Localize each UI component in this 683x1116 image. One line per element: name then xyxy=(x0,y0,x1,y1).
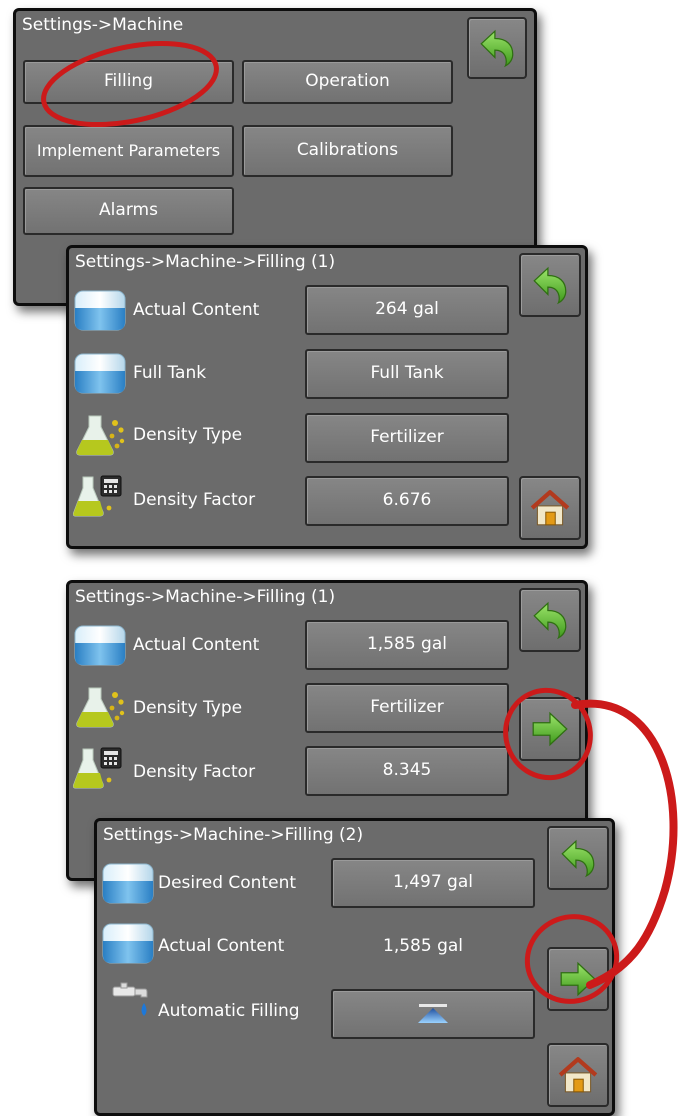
faucet-icon xyxy=(101,981,155,1025)
back-arrow-icon xyxy=(529,264,571,306)
density-factor-label: Density Factor xyxy=(133,762,256,782)
back-button[interactable] xyxy=(519,253,581,317)
automatic-filling-toggle[interactable] xyxy=(331,989,535,1039)
home-button[interactable] xyxy=(519,476,581,540)
actual-content-label: Actual Content xyxy=(158,936,285,956)
tank-icon xyxy=(101,861,155,905)
back-arrow-icon xyxy=(557,837,599,879)
actual-content-label: Actual Content xyxy=(133,300,260,320)
calibrations-button[interactable]: Calibrations xyxy=(242,125,453,177)
back-button[interactable] xyxy=(519,588,581,652)
automatic-filling-label: Automatic Filling xyxy=(158,1001,300,1021)
home-button[interactable] xyxy=(547,1043,609,1107)
operation-button[interactable]: Operation xyxy=(242,60,453,104)
page-title: Settings->Machine->Filling (1) xyxy=(75,252,336,272)
density-type-field[interactable]: Fertilizer xyxy=(305,683,509,733)
density-flask-icon xyxy=(73,685,127,729)
filling-panel-2: Settings->Machine->Filling (2) Desired C… xyxy=(94,818,615,1116)
next-page-button[interactable] xyxy=(547,947,609,1011)
filling-button[interactable]: Filling xyxy=(23,60,234,104)
page-title: Settings->Machine->Filling (2) xyxy=(103,825,364,845)
density-flask-icon xyxy=(73,413,127,457)
next-arrow-icon xyxy=(529,708,571,750)
back-button[interactable] xyxy=(467,17,527,79)
density-type-label: Density Type xyxy=(133,425,243,445)
calculator-flask-icon xyxy=(73,474,127,518)
density-type-field[interactable]: Fertilizer xyxy=(305,413,509,463)
back-button[interactable] xyxy=(547,826,609,890)
full-tank-label: Full Tank xyxy=(133,363,207,383)
next-arrow-icon xyxy=(557,958,599,1000)
alarms-button[interactable]: Alarms xyxy=(23,187,234,235)
home-icon xyxy=(557,1054,599,1096)
actual-content-value: 1,585 gal xyxy=(383,936,464,956)
page-title: Settings->Machine->Filling (1) xyxy=(75,587,336,607)
tank-icon xyxy=(73,351,127,395)
next-page-button[interactable] xyxy=(519,697,581,761)
calculator-flask-icon xyxy=(73,746,127,790)
home-icon xyxy=(529,487,571,529)
desired-content-field[interactable]: 1,497 gal xyxy=(331,858,535,908)
desired-content-label: Desired Content xyxy=(158,873,297,893)
density-factor-field[interactable]: 6.676 xyxy=(305,476,509,526)
back-arrow-icon xyxy=(529,599,571,641)
full-tank-button[interactable]: Full Tank xyxy=(305,349,509,399)
tank-icon xyxy=(73,623,127,667)
tank-icon xyxy=(73,288,127,332)
actual-content-field[interactable]: 1,585 gal xyxy=(305,620,509,670)
actual-content-field[interactable]: 264 gal xyxy=(305,285,509,335)
back-arrow-icon xyxy=(476,27,518,69)
page-title: Settings->Machine xyxy=(22,15,184,35)
filling-panel-1: Settings->Machine->Filling (1) Actual Co… xyxy=(66,245,588,549)
density-factor-field[interactable]: 8.345 xyxy=(305,746,509,796)
fill-up-triangle-icon xyxy=(418,1004,448,1023)
actual-content-label: Actual Content xyxy=(133,635,260,655)
density-type-label: Density Type xyxy=(133,698,243,718)
density-factor-label: Density Factor xyxy=(133,490,256,510)
tank-icon xyxy=(101,921,155,965)
implement-parameters-button[interactable]: Implement Parameters xyxy=(23,125,234,177)
